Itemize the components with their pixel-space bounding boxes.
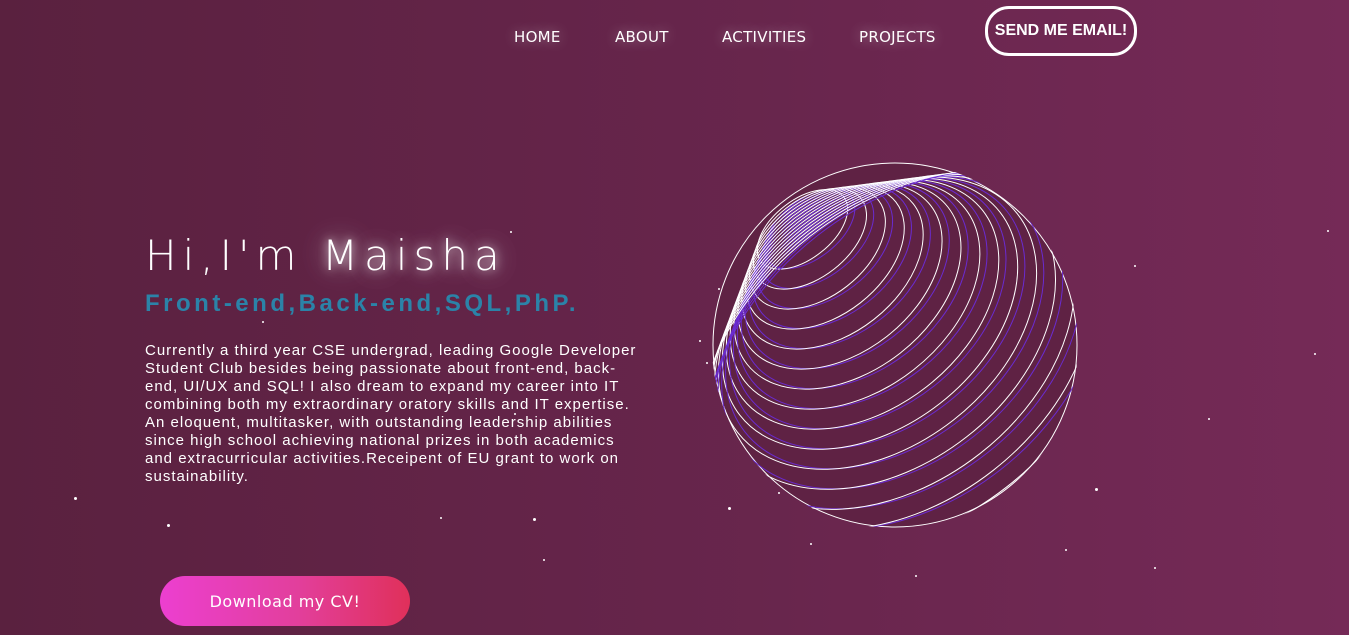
hero-description: Currently a third year CSE undergrad, le…: [145, 342, 637, 485]
star: [1134, 265, 1136, 267]
send-email-button[interactable]: SEND ME EMAIL!: [985, 6, 1137, 56]
nav-about-link[interactable]: ABOUT: [615, 28, 669, 46]
star: [440, 517, 442, 519]
star: [74, 497, 77, 500]
star: [543, 559, 545, 561]
hero-title-name: Maisha: [321, 231, 506, 280]
star: [1065, 549, 1067, 551]
hero-title: Hi,I'm Maisha: [145, 232, 506, 280]
star: [262, 321, 264, 323]
hero-title-prefix: Hi,I'm: [145, 231, 322, 280]
star: [1208, 418, 1210, 420]
star: [1154, 567, 1156, 569]
sphere-body: [712, 162, 1078, 528]
striped-globe-graphic: [712, 162, 1078, 528]
top-navigation: HOME ABOUT ACTIVITIES PROJECTS SEND ME E…: [0, 6, 1349, 56]
star: [533, 518, 536, 521]
nav-projects-link[interactable]: PROJECTS: [859, 28, 936, 46]
download-cv-button[interactable]: Download my CV!: [160, 576, 410, 626]
star: [1327, 230, 1329, 232]
star: [1314, 353, 1316, 355]
star: [1095, 488, 1098, 491]
nav-home-link[interactable]: HOME: [514, 28, 561, 46]
nav-activities-link[interactable]: ACTIVITIES: [722, 28, 806, 46]
star: [510, 231, 512, 233]
star: [810, 543, 812, 545]
hero-subtitle: Front-end,Back-end,SQL,PhP.: [145, 290, 580, 317]
star: [915, 575, 917, 577]
star: [167, 524, 170, 527]
